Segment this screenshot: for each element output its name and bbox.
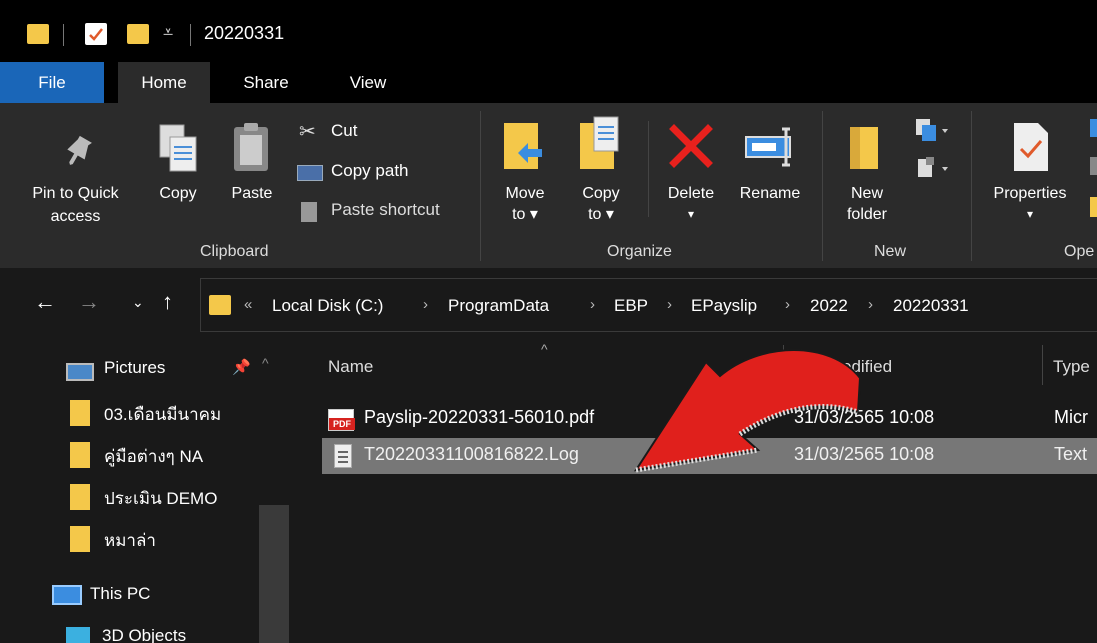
annotation-arrow [633,349,862,473]
